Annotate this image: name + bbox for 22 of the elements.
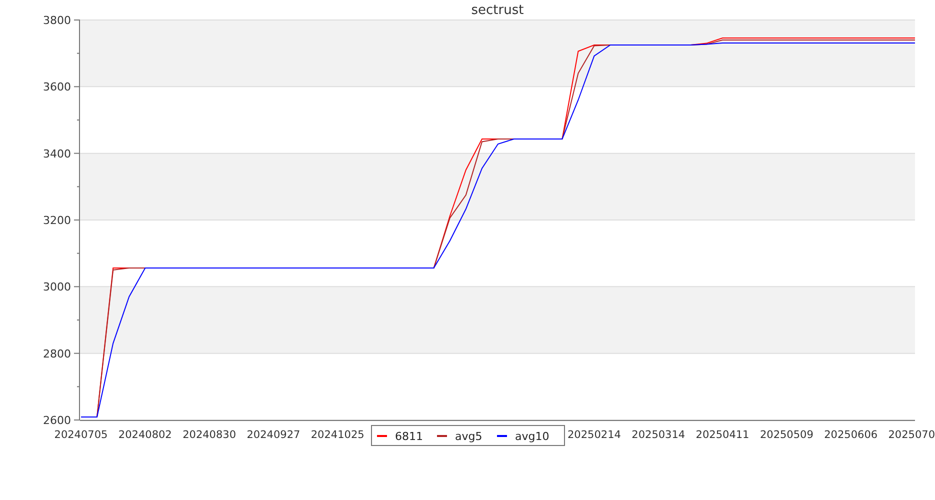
x-tick-label: 20250411 [696,429,750,441]
chart-title: sectrust [471,3,524,18]
y-tick-label: 3600 [43,80,71,94]
y-tick-label: 3200 [43,214,71,227]
y-tick-label: 3000 [43,280,71,294]
x-tick-label: 20250314 [632,429,686,441]
x-tick-label: 20250214 [568,429,621,441]
y-tick-label: 2800 [43,347,71,360]
y-tick-label: 3400 [43,147,71,160]
legend-label: avg10 [515,430,550,443]
x-tick-label: 20241025 [310,429,364,441]
x-tick-label: 20240927 [246,429,300,441]
x-tick-label: 20250509 [760,429,814,441]
x-tick-label: 20240705 [54,429,108,441]
y-tick-label: 2600 [43,414,71,427]
y-tick-label: 3800 [43,14,71,27]
x-tick-label: 2025070 [888,429,935,441]
x-tick-label: 20240802 [118,429,172,441]
x-tick-label: 20240830 [182,429,236,441]
legend-label: 6811 [395,430,423,443]
x-tick-label: 20250606 [824,429,878,441]
legend-label: avg5 [455,430,482,443]
